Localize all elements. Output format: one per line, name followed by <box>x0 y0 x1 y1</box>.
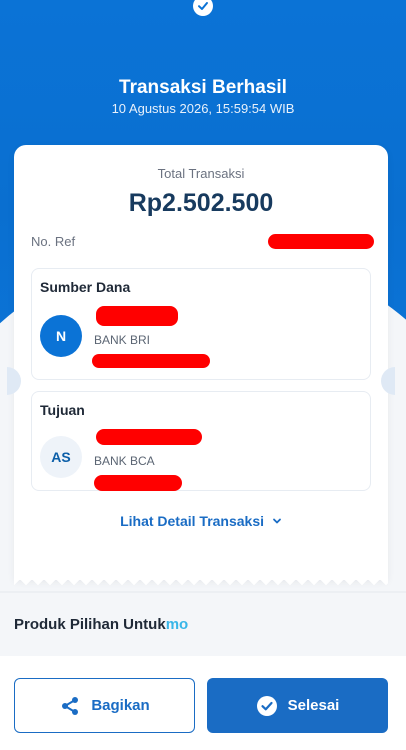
share-button-label: Bagikan <box>91 697 150 714</box>
detail-link-label: Lihat Detail Transaksi <box>120 513 265 529</box>
source-bank-name: BANK BRI <box>94 333 151 347</box>
source-avatar: N <box>40 315 82 357</box>
total-label: Total Transaksi <box>157 166 245 181</box>
share-button[interactable]: Bagikan <box>14 678 195 733</box>
destination-avatar-initial: AS <box>51 449 71 465</box>
destination-account-name-redacted <box>96 429 202 445</box>
source-account-number-redacted <box>92 354 210 368</box>
receipt-notch-right <box>381 367 395 395</box>
source-title: Sumber Dana <box>40 279 131 295</box>
receipt-torn-edge <box>14 578 388 588</box>
product-section-title: Produk Pilihan Untukmo <box>14 616 188 633</box>
view-transaction-detail-link[interactable]: Lihat Detail Transaksi <box>14 513 388 529</box>
success-check-icon <box>189 0 217 18</box>
chevron-down-icon <box>273 518 281 524</box>
source-account-name-redacted <box>96 306 178 326</box>
check-circle-icon <box>256 695 278 717</box>
destination-bank-name: BANK BCA <box>94 454 155 468</box>
transaction-datetime: 10 Agustus 2026, 15:59:54 WIB <box>111 101 295 116</box>
destination-card: Tujuan AS BANK BCA <box>31 391 371 491</box>
destination-avatar: AS <box>40 436 82 478</box>
done-button-label: Selesai <box>287 697 340 714</box>
transaction-receipt: Total Transaksi Rp2.502.500 No. Ref Sumb… <box>7 145 395 588</box>
destination-title: Tujuan <box>40 402 85 418</box>
section-divider <box>0 591 406 593</box>
product-title-label: Produk Pilihan Untuk <box>14 616 166 633</box>
page-title: Transaksi Berhasil <box>119 77 287 98</box>
done-button[interactable]: Selesai <box>207 678 388 733</box>
destination-account-number-redacted <box>94 475 182 491</box>
reference-number-redacted <box>268 234 374 249</box>
source-avatar-initial: N <box>55 328 67 344</box>
product-brand-suffix: mo <box>165 616 189 633</box>
total-amount: Rp2.502.500 <box>128 189 274 217</box>
reference-label: No. Ref <box>31 234 76 249</box>
share-icon <box>59 695 81 717</box>
source-of-funds-card: Sumber Dana N BANK BRI <box>31 268 371 380</box>
receipt-notch-left <box>7 367 21 395</box>
